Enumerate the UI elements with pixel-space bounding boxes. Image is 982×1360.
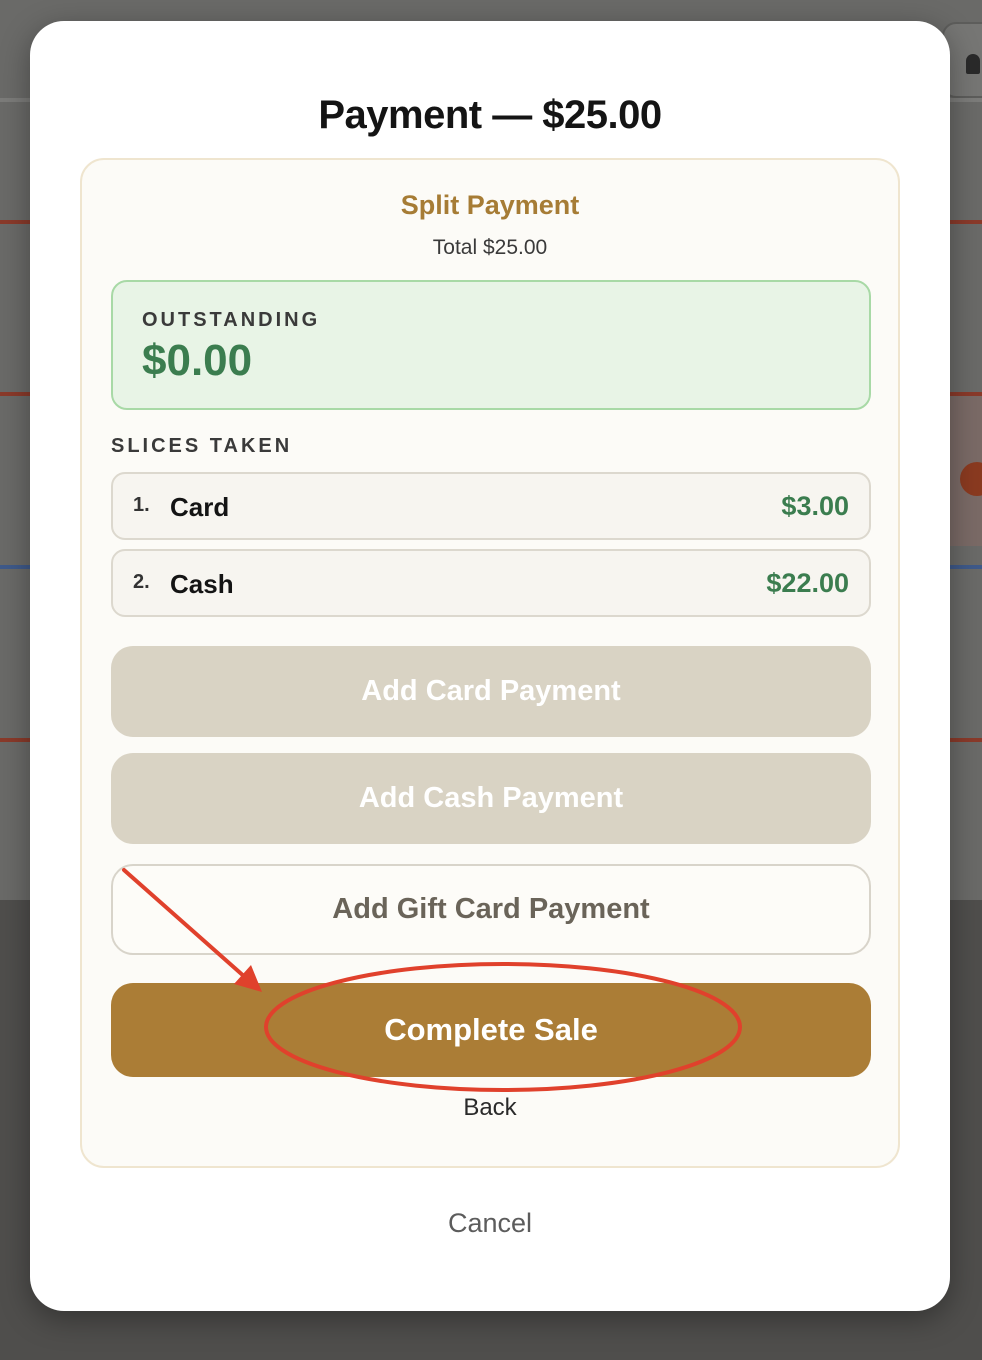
split-payment-title: Split Payment (400, 190, 580, 220)
slice-index: 2. (133, 571, 150, 593)
add-gift-card-payment-button[interactable]: Add Gift Card Payment (111, 864, 871, 955)
outstanding-amount: $0.00 (142, 336, 253, 385)
slice-row: 1. Card $3.00 (111, 472, 871, 540)
slice-method: Cash (170, 569, 234, 599)
add-card-payment-button[interactable]: Add Card Payment (111, 646, 871, 737)
back-link[interactable]: Back (82, 1094, 898, 1122)
split-payment-card: Split Payment Total $25.00 OUTSTANDING $… (80, 158, 900, 1168)
cancel-link[interactable]: Cancel (30, 1208, 950, 1239)
add-cash-payment-button[interactable]: Add Cash Payment (111, 753, 871, 844)
slice-method: Card (170, 492, 230, 522)
outstanding-box: OUTSTANDING $0.00 (111, 280, 871, 410)
modal-title: Payment — $25.00 (318, 93, 662, 137)
outstanding-label: OUTSTANDING (142, 309, 321, 331)
payment-modal: Payment — $25.00 Split Payment Total $25… (30, 21, 950, 1311)
user-icon (966, 54, 980, 74)
slice-amount: $22.00 (766, 568, 849, 598)
slices-taken-label: SLICES TAKEN (111, 435, 293, 457)
slice-index: 1. (133, 494, 150, 516)
slice-amount: $3.00 (781, 491, 849, 521)
complete-sale-button[interactable]: Complete Sale (111, 983, 871, 1077)
slice-row: 2. Cash $22.00 (111, 549, 871, 617)
split-payment-total: Total $25.00 (432, 236, 548, 259)
